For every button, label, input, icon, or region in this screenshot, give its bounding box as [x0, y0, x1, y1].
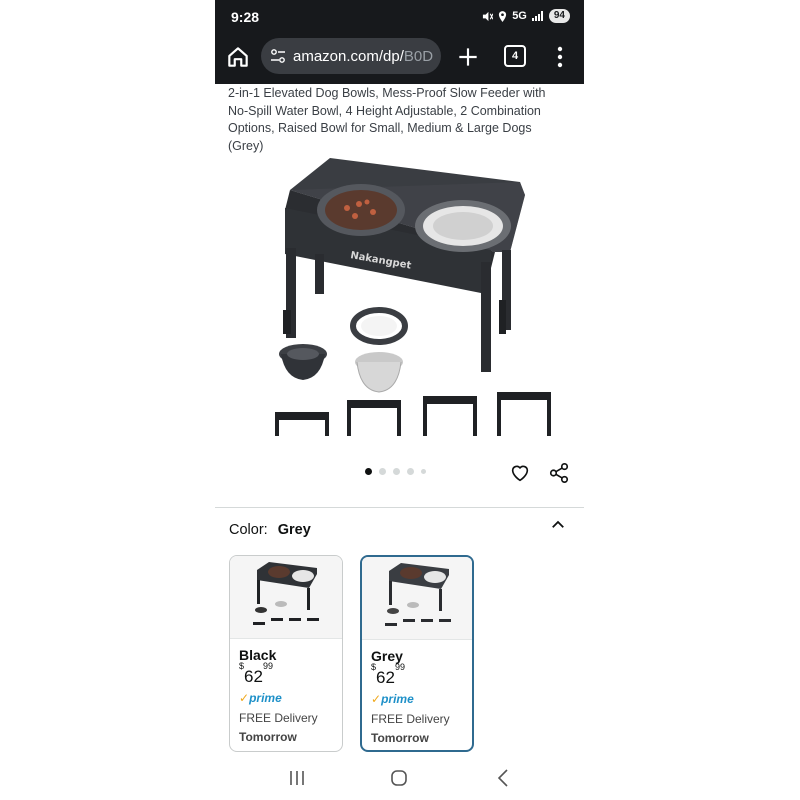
share-icon[interactable] — [548, 462, 570, 484]
prime-label: prime — [381, 692, 414, 706]
site-settings-icon[interactable] — [270, 48, 286, 64]
price-fraction: 99 — [262, 661, 273, 672]
price-symbol: $ — [239, 661, 245, 672]
signal-icon — [531, 11, 543, 21]
price-symbol: $ — [371, 662, 377, 673]
url-dim: B0D — [403, 47, 434, 65]
price-whole: 62 — [376, 668, 395, 687]
battery-badge: 94 — [548, 9, 570, 23]
url-visible: amazon.com/dp/ — [293, 47, 404, 65]
address-field[interactable]: amazon.com/dp/B0D — [261, 38, 441, 74]
option-thumbnail-image — [385, 563, 451, 626]
carousel-dot[interactable] — [365, 468, 372, 475]
network-label: 5G — [512, 10, 527, 22]
prime-badge: ✓prime — [239, 691, 282, 705]
height-variant-2 — [347, 400, 401, 436]
heart-icon[interactable] — [509, 462, 531, 484]
delivery-text: FREE Delivery — [371, 712, 450, 726]
location-icon — [499, 10, 507, 22]
back-icon[interactable] — [495, 768, 511, 788]
home-icon[interactable] — [225, 44, 251, 70]
carousel-dot[interactable] — [393, 468, 400, 475]
delivery-text: FREE Delivery — [239, 711, 318, 725]
option-price: $6299 — [239, 661, 273, 687]
product-image[interactable]: Nakangpet — [255, 150, 555, 445]
mute-icon — [483, 11, 494, 21]
height-variant-1 — [275, 412, 329, 436]
new-tab-icon[interactable] — [455, 44, 481, 70]
url-text: amazon.com/dp/B0D — [293, 48, 433, 65]
price-fraction: 99 — [394, 662, 405, 673]
color-option-black[interactable]: Black $6299 ✓prime FREE Delivery Tomorro… — [229, 555, 343, 752]
color-label: Color: — [229, 522, 268, 538]
color-selector-header[interactable]: Color: Grey — [229, 522, 311, 538]
delivery-date: Tomorrow — [371, 731, 429, 745]
recent-apps-icon[interactable] — [287, 769, 307, 787]
section-divider — [215, 507, 584, 508]
phone-screen: 9:28 5G 94 amazon.com/dp/B0D 4 2-in-1 El… — [215, 0, 584, 800]
more-menu-icon[interactable] — [550, 44, 570, 70]
url-bar: amazon.com/dp/B0D 4 — [215, 36, 584, 78]
status-time: 9:28 — [231, 9, 260, 25]
system-nav-bar — [215, 757, 584, 800]
image-carousel-dots[interactable] — [365, 468, 426, 475]
prime-check-icon: ✓ — [239, 691, 250, 705]
carousel-dot[interactable] — [379, 468, 386, 475]
nav-home-icon[interactable] — [390, 769, 408, 787]
option-thumbnail-image — [253, 562, 319, 625]
carousel-dot[interactable] — [421, 469, 426, 474]
chevron-up-icon[interactable] — [549, 516, 567, 534]
price-whole: 62 — [244, 667, 263, 686]
carousel-dot[interactable] — [407, 468, 414, 475]
prime-label: prime — [249, 691, 282, 705]
status-bar: 9:28 5G 94 — [215, 0, 584, 34]
status-icons: 5G 94 — [482, 9, 570, 23]
height-variant-3 — [423, 396, 477, 436]
tabs-icon[interactable]: 4 — [504, 45, 526, 67]
option-thumbnail — [230, 556, 342, 639]
prime-badge: ✓prime — [371, 692, 414, 706]
height-variant-4 — [497, 392, 551, 436]
option-price: $6299 — [371, 662, 405, 688]
color-option-grey[interactable]: Grey $6299 ✓prime FREE Delivery Tomorrow — [360, 555, 474, 752]
product-title[interactable]: 2-in-1 Elevated Dog Bowls, Mess-Proof Sl… — [228, 85, 568, 155]
selected-color: Grey — [277, 522, 311, 538]
delivery-date: Tomorrow — [239, 730, 297, 744]
browser-top-bar: 9:28 5G 94 amazon.com/dp/B0D 4 — [215, 0, 584, 84]
prime-check-icon: ✓ — [371, 692, 382, 706]
option-thumbnail — [362, 557, 472, 640]
